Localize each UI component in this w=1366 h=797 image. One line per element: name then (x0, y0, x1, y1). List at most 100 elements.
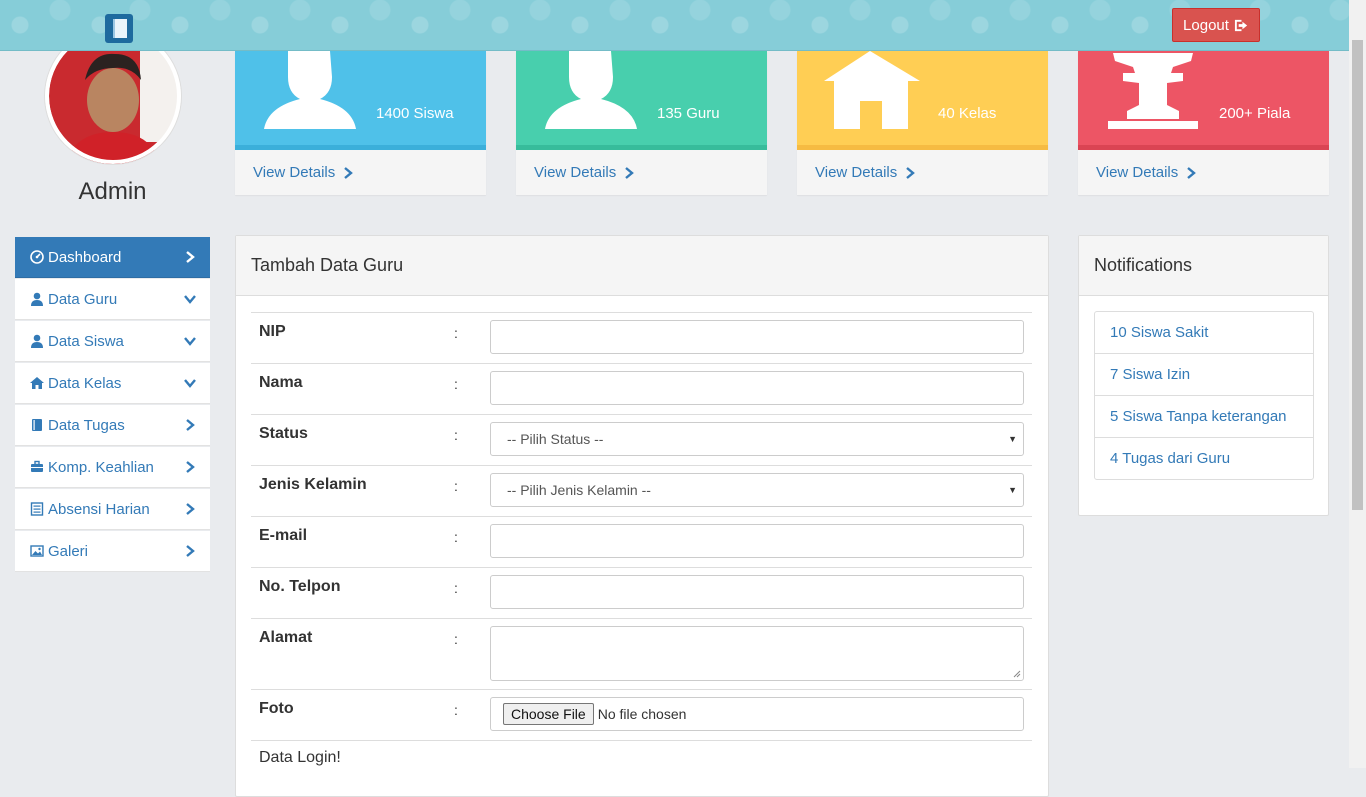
select-value: -- Pilih Status -- (507, 431, 604, 447)
sidebar-item-komp-keahlian[interactable]: Komp. Keahlian (15, 447, 210, 488)
stat-count: 1400 Siswa (376, 105, 454, 122)
sidebar-item-data-tugas[interactable]: Data Tugas (15, 405, 210, 446)
status-select[interactable]: -- Pilih Status -- ▼ (490, 422, 1024, 456)
stat-count: 200+ Piala (1219, 105, 1291, 122)
chevron-right-icon (906, 166, 916, 179)
list-icon (30, 502, 44, 516)
picture-icon (30, 545, 44, 557)
field-colon: : (454, 580, 458, 596)
panel-title: Notifications (1079, 236, 1328, 296)
notification-item[interactable]: 4 Tugas dari Guru (1095, 438, 1313, 479)
stat-card-piala: 200+ Piala View Details (1078, 51, 1329, 195)
address-textarea[interactable] (490, 626, 1024, 681)
user-icon (31, 334, 43, 348)
logout-button[interactable]: Logout (1172, 8, 1260, 42)
field-colon: : (454, 478, 458, 494)
resize-grip-icon[interactable] (1013, 670, 1021, 678)
chevron-right-icon (625, 166, 635, 179)
user-icon (31, 292, 43, 306)
sidebar-item-label: Dashboard (48, 248, 122, 266)
stat-count: 40 Kelas (938, 105, 997, 122)
sidebar-item-data-guru[interactable]: Data Guru (15, 279, 210, 320)
nip-input[interactable] (490, 320, 1024, 354)
form-row-nip: NIP : (251, 313, 1032, 364)
form-row-status: Status : -- Pilih Status -- ▼ (251, 415, 1032, 466)
notification-list: 10 Siswa Sakit 7 Siswa Izin 5 Siswa Tanp… (1094, 311, 1314, 480)
panel-title: Tambah Data Guru (236, 236, 1048, 296)
sidebar-item-absensi-harian[interactable]: Absensi Harian (15, 489, 210, 530)
logout-label: Logout (1183, 16, 1229, 34)
notification-item[interactable]: 10 Siswa Sakit (1095, 312, 1313, 354)
chevron-right-icon (186, 545, 195, 557)
stat-card-guru: 135 Guru View Details (516, 51, 767, 195)
stat-count: 135 Guru (657, 105, 720, 122)
stat-card-header: 200+ Piala (1078, 51, 1329, 150)
trophy-icon (1108, 53, 1198, 129)
nama-input[interactable] (490, 371, 1024, 405)
brand-logo-icon[interactable] (105, 14, 133, 43)
sidebar-item-dashboard[interactable]: Dashboard (15, 237, 210, 278)
sidebar-item-label: Data Guru (48, 290, 118, 308)
home-icon (30, 377, 44, 389)
sidebar-item-label: Komp. Keahlian (48, 458, 154, 476)
file-status: No file chosen (597, 706, 687, 722)
user-icon (545, 51, 637, 129)
chevron-down-icon (184, 337, 196, 346)
field-colon: : (454, 427, 458, 443)
field-label: No. Telpon (259, 578, 341, 595)
dashboard-icon (30, 250, 44, 264)
view-details-link[interactable]: View Details (1096, 164, 1197, 181)
sidebar-nav: Dashboard Data Guru Data Siswa Data Kela… (15, 237, 210, 573)
add-teacher-form: NIP : Nama : Status : -- Pilih Status --… (251, 312, 1032, 741)
add-teacher-panel: Tambah Data Guru NIP : Nama : Status : -… (235, 235, 1049, 797)
form-row-email: E-mail : (251, 517, 1032, 568)
form-row-nama: Nama : (251, 364, 1032, 415)
view-details-link[interactable]: View Details (534, 164, 635, 181)
sidebar-item-data-siswa[interactable]: Data Siswa (15, 321, 210, 362)
stat-card-header: 1400 Siswa (235, 51, 486, 150)
chevron-right-icon (186, 461, 195, 473)
sidebar-item-label: Absensi Harian (48, 500, 150, 518)
sign-out-icon (1234, 19, 1248, 31)
sidebar-item-galeri[interactable]: Galeri (15, 531, 210, 572)
field-label: NIP (259, 323, 286, 340)
top-navbar: Logout (0, 0, 1349, 51)
view-details-link[interactable]: View Details (815, 164, 916, 181)
view-details-link[interactable]: View Details (253, 164, 354, 181)
email-field[interactable] (490, 524, 1024, 558)
notification-item[interactable]: 5 Siswa Tanpa keterangan (1095, 396, 1313, 438)
chevron-right-icon (1187, 166, 1197, 179)
field-label: Foto (259, 700, 294, 717)
field-colon: : (454, 325, 458, 341)
notification-item[interactable]: 7 Siswa Izin (1095, 354, 1313, 396)
form-row-jenis-kelamin: Jenis Kelamin : -- Pilih Jenis Kelamin -… (251, 466, 1032, 517)
phone-field[interactable] (490, 575, 1024, 609)
briefcase-icon (31, 460, 43, 472)
sidebar-item-data-kelas[interactable]: Data Kelas (15, 363, 210, 404)
field-label: Nama (259, 374, 303, 391)
select-value: -- Pilih Jenis Kelamin -- (507, 482, 651, 498)
view-details-label: View Details (534, 164, 617, 181)
photo-file-input[interactable]: Choose File No file chosen (490, 697, 1024, 731)
view-details-label: View Details (253, 164, 336, 181)
sidebar-item-label: Data Kelas (48, 374, 122, 392)
gender-select[interactable]: -- Pilih Jenis Kelamin -- ▼ (490, 473, 1024, 507)
sidebar-item-label: Data Tugas (48, 416, 125, 434)
form-row-alamat: Alamat : (251, 619, 1032, 690)
field-label: Status (259, 425, 308, 442)
field-label: Jenis Kelamin (259, 476, 367, 493)
book-icon (32, 419, 42, 431)
home-icon (824, 51, 920, 129)
choose-file-button[interactable]: Choose File (503, 703, 594, 725)
notifications-panel: Notifications 10 Siswa Sakit 7 Siswa Izi… (1078, 235, 1329, 516)
sidebar-item-label: Galeri (48, 542, 89, 560)
page-scrollbar[interactable] (1349, 0, 1366, 768)
data-login-heading: Data Login! (259, 749, 341, 766)
field-colon: : (454, 529, 458, 545)
scrollbar-thumb[interactable] (1352, 40, 1363, 510)
chevron-right-icon (186, 503, 195, 515)
field-colon: : (454, 702, 458, 718)
profile-name: Admin (78, 178, 147, 205)
form-row-foto: Foto : Choose File No file chosen (251, 690, 1032, 741)
stat-card-kelas: 40 Kelas View Details (797, 51, 1048, 195)
